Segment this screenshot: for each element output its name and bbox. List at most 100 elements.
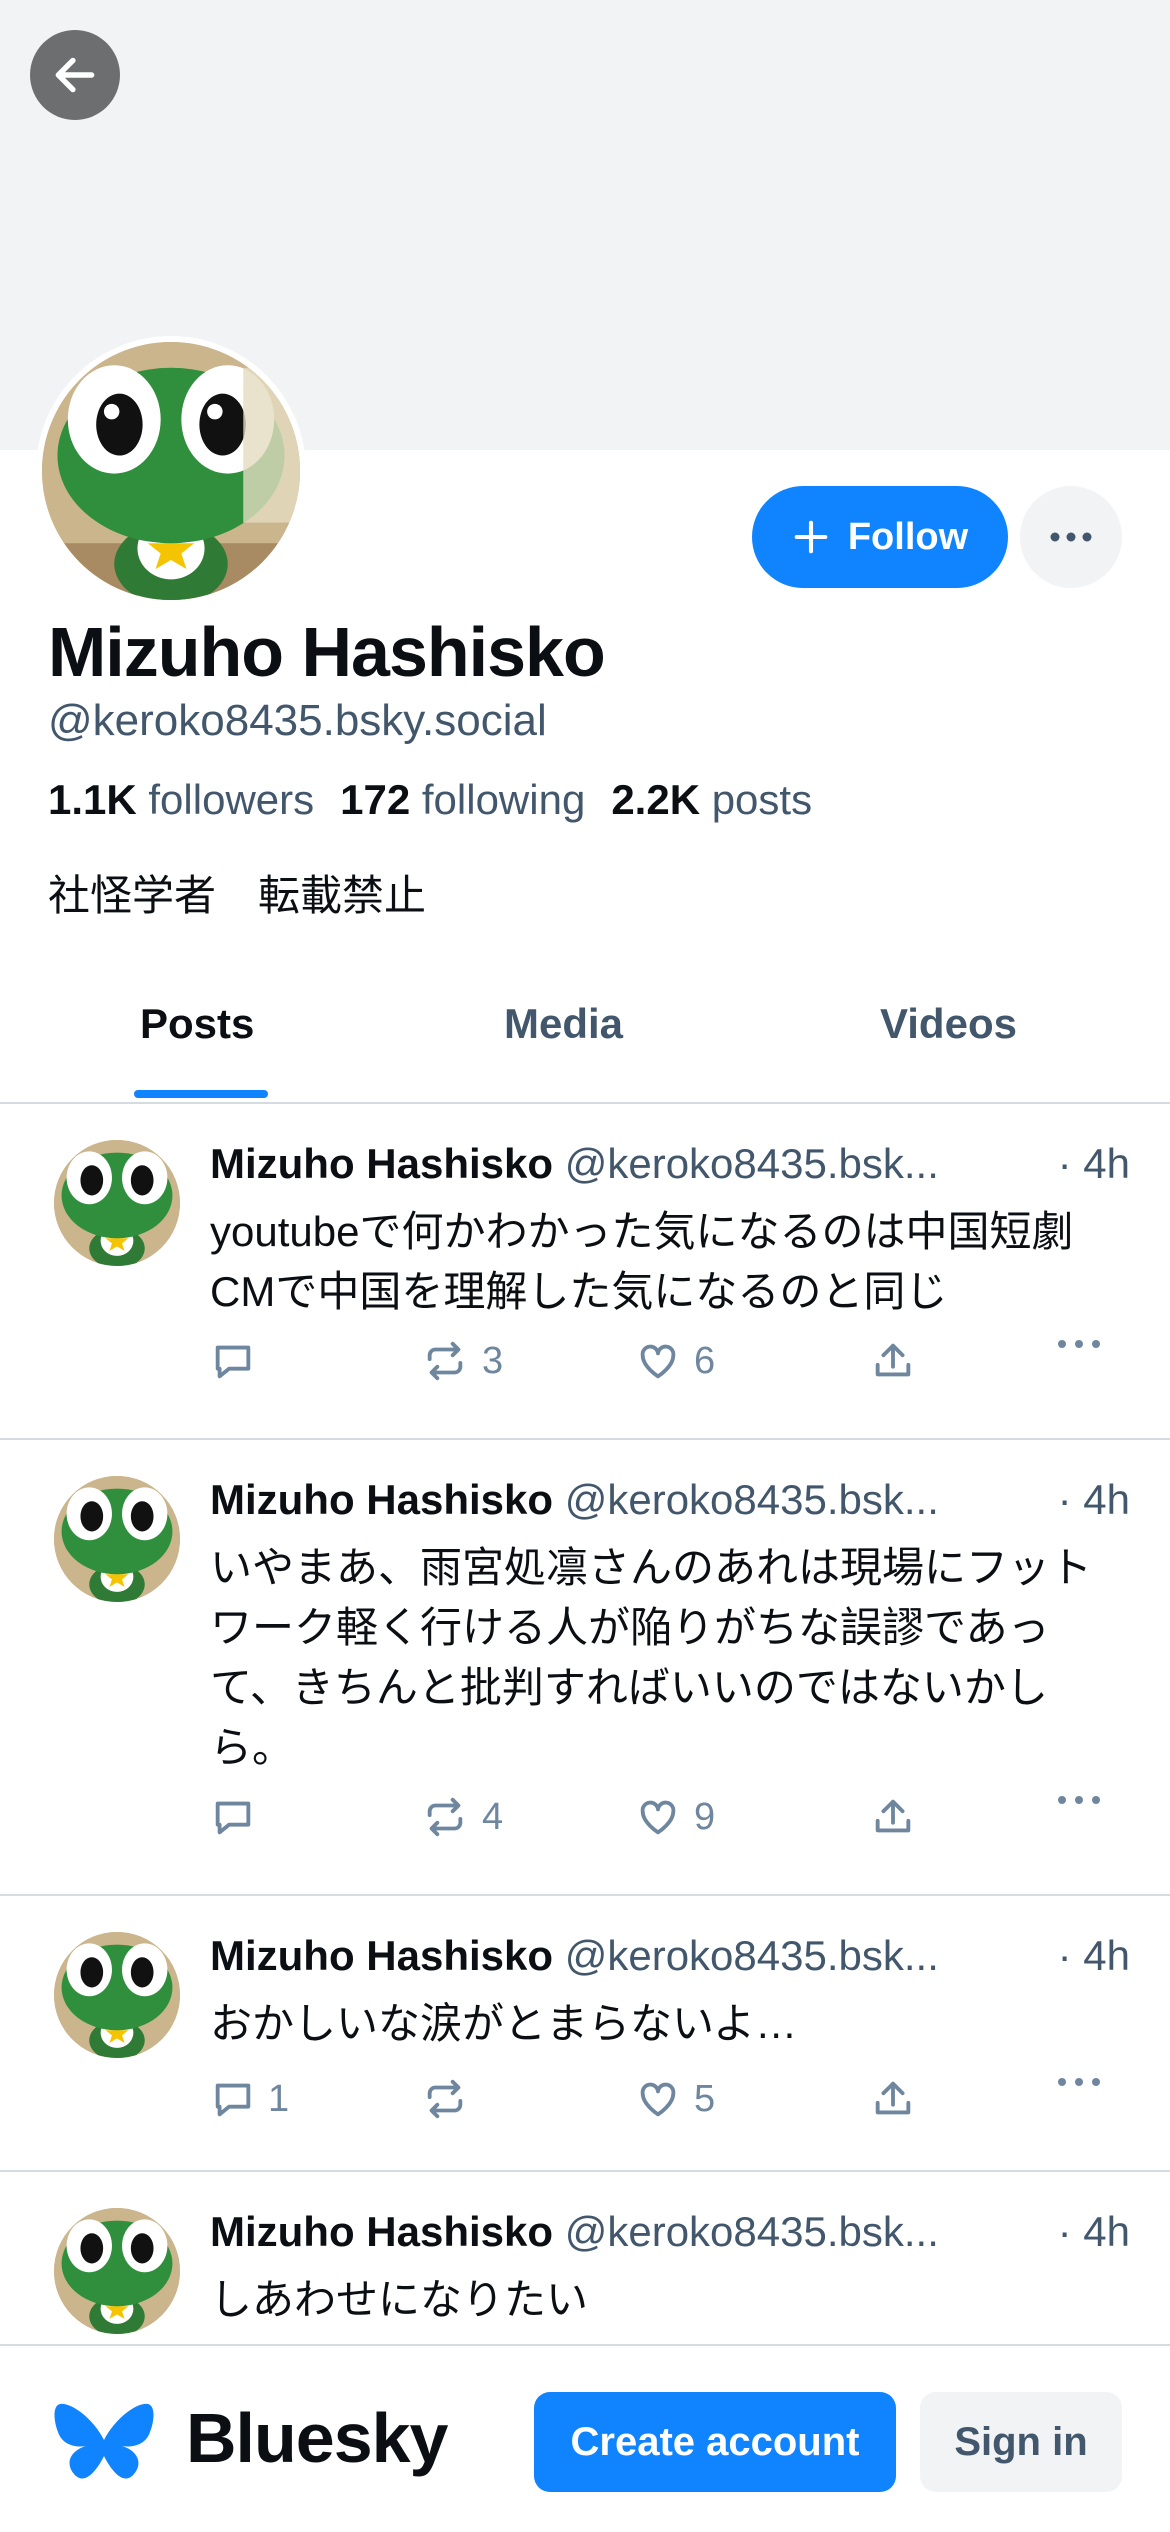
signup-bottom-bar: Bluesky Create account Sign in xyxy=(0,2344,1170,2532)
profile-more-button[interactable] xyxy=(1020,486,1122,588)
post-actions: 4 9 xyxy=(210,1794,1120,1854)
post-header: Mizuho Hashisko @keroko8435.bsk... · 4h xyxy=(210,1140,1130,1194)
profile-display-name: Mizuho Hashisko xyxy=(48,613,606,691)
post-text: おかしいな涙がとまらないよ… xyxy=(210,2000,798,2047)
following-label: following xyxy=(421,776,586,823)
posts-label: posts xyxy=(711,776,813,823)
posts-count: 2.2K xyxy=(611,776,701,823)
post-timestamp[interactable]: · 4h xyxy=(1058,1932,1130,1980)
follow-label: Follow xyxy=(847,515,969,558)
repost-icon xyxy=(427,2079,463,2119)
plus-icon xyxy=(794,520,828,554)
repost-button[interactable] xyxy=(420,2076,482,2122)
post-more-button[interactable] xyxy=(1056,1338,1102,1350)
post-avatar[interactable] xyxy=(54,2208,180,2334)
back-button[interactable] xyxy=(30,30,120,120)
share-button[interactable] xyxy=(870,2076,916,2122)
repost-button[interactable]: 3 xyxy=(420,1338,503,1384)
frog-avatar-image xyxy=(54,2208,180,2334)
post-header: Mizuho Hashisko @keroko8435.bsk... · 4h xyxy=(210,2208,1130,2262)
post-timestamp[interactable]: · 4h xyxy=(1058,1140,1130,1188)
post-author-handle[interactable]: @keroko8435.bsk... xyxy=(565,1932,939,1979)
profile-bio: 社怪学者 転載禁止 xyxy=(48,872,427,919)
tab-posts[interactable]: Posts xyxy=(140,1000,254,1048)
post-author-name[interactable]: Mizuho Hashisko xyxy=(210,1476,553,1523)
reply-icon xyxy=(215,2083,251,2117)
brand-name: Bluesky xyxy=(186,2399,448,2477)
repost-icon xyxy=(427,1797,463,1837)
profile-stats: 1.1K followers 172 following 2.2K posts xyxy=(48,776,812,824)
post-actions: 1 5 xyxy=(210,2076,1120,2136)
arrow-left-icon xyxy=(55,57,95,93)
post-text: youtubeで何かわかった気になるのは中国短劇CMで中国を理解した気になるのと… xyxy=(210,1208,1074,1315)
active-tab-indicator xyxy=(134,1090,268,1098)
tab-media[interactable]: Media xyxy=(504,1000,623,1048)
post-timestamp[interactable]: · 4h xyxy=(1058,1476,1130,1524)
post-avatar[interactable] xyxy=(54,1476,180,1602)
repost-count: 4 xyxy=(482,1795,504,1838)
followers-count: 1.1K xyxy=(48,776,137,823)
post-author-name[interactable]: Mizuho Hashisko xyxy=(210,1932,553,1979)
create-account-button[interactable]: Create account xyxy=(534,2392,896,2492)
post-item[interactable]: Mizuho Hashisko @keroko8435.bsk... · 4h … xyxy=(0,2172,1170,2372)
post-item[interactable]: Mizuho Hashisko @keroko8435.bsk... · 4h … xyxy=(0,1104,1170,1440)
share-button[interactable] xyxy=(870,1338,916,1384)
post-more-button[interactable] xyxy=(1056,1794,1102,1806)
post-author-handle[interactable]: @keroko8435.bsk... xyxy=(565,1140,939,1187)
post-text: いやまあ、雨宮処凛さんのあれは現場にフットワーク軽く行ける人が陥りがちな誤謬であ… xyxy=(210,1544,1093,1771)
reply-button[interactable] xyxy=(210,1338,268,1384)
post-text: しあわせになりたい xyxy=(210,2276,589,2323)
like-button[interactable]: 5 xyxy=(634,2076,715,2122)
share-button[interactable] xyxy=(870,1794,916,1840)
post-author-name[interactable]: Mizuho Hashisko xyxy=(210,2208,553,2255)
post-author-name[interactable]: Mizuho Hashisko xyxy=(210,1140,553,1187)
repost-icon xyxy=(427,1341,463,1381)
frog-avatar-image xyxy=(54,1932,180,2058)
reply-count: 1 xyxy=(268,2077,290,2120)
like-count: 9 xyxy=(694,1795,716,1838)
repost-count: 3 xyxy=(482,1339,504,1382)
share-icon xyxy=(875,1799,911,1833)
butterfly-logo-icon xyxy=(54,2403,154,2479)
followers-label: followers xyxy=(148,776,315,823)
profile-avatar[interactable] xyxy=(36,336,306,606)
posts-stat: 2.2K posts xyxy=(611,776,812,824)
ellipsis-icon xyxy=(1058,2078,1100,2086)
post-author-handle[interactable]: @keroko8435.bsk... xyxy=(565,1476,939,1523)
share-icon xyxy=(875,1343,911,1377)
frog-avatar-image xyxy=(54,1476,180,1602)
post-author-handle[interactable]: @keroko8435.bsk... xyxy=(565,2208,939,2255)
following-stat[interactable]: 172 following xyxy=(340,776,585,824)
like-count: 6 xyxy=(694,1339,716,1382)
post-more-button[interactable] xyxy=(1056,2076,1102,2088)
share-icon xyxy=(875,2081,911,2115)
following-count: 172 xyxy=(340,776,411,823)
like-button[interactable]: 9 xyxy=(634,1794,715,1840)
post-header: Mizuho Hashisko @keroko8435.bsk... · 4h xyxy=(210,1476,1130,1530)
sign-in-button[interactable]: Sign in xyxy=(920,2392,1122,2492)
post-avatar[interactable] xyxy=(54,1932,180,2058)
post-item[interactable]: Mizuho Hashisko @keroko8435.bsk... · 4h … xyxy=(0,1896,1170,2172)
ellipsis-icon xyxy=(1058,1796,1100,1804)
reply-icon xyxy=(215,1345,251,1379)
post-actions: 3 6 xyxy=(210,1338,1120,1398)
like-count: 5 xyxy=(694,2077,716,2120)
tab-videos[interactable]: Videos xyxy=(880,1000,1017,1048)
like-icon xyxy=(640,1344,676,1379)
frog-avatar-image xyxy=(54,1140,180,1266)
post-header: Mizuho Hashisko @keroko8435.bsk... · 4h xyxy=(210,1932,1130,1986)
post-timestamp[interactable]: · 4h xyxy=(1058,2208,1130,2256)
post-item[interactable]: Mizuho Hashisko @keroko8435.bsk... · 4h … xyxy=(0,1440,1170,1896)
like-icon xyxy=(640,1800,676,1835)
like-icon xyxy=(640,2082,676,2117)
like-button[interactable]: 6 xyxy=(634,1338,715,1384)
profile-handle: @keroko8435.bsky.social xyxy=(48,696,547,745)
repost-button[interactable]: 4 xyxy=(420,1794,503,1840)
reply-button[interactable] xyxy=(210,1794,268,1840)
reply-icon xyxy=(215,1801,251,1835)
followers-stat[interactable]: 1.1K followers xyxy=(48,776,314,824)
profile-tabs: Posts Media Videos xyxy=(0,960,1170,1104)
post-avatar[interactable] xyxy=(54,1140,180,1266)
follow-button[interactable]: Follow xyxy=(752,486,1008,588)
reply-button[interactable]: 1 xyxy=(210,2076,289,2122)
